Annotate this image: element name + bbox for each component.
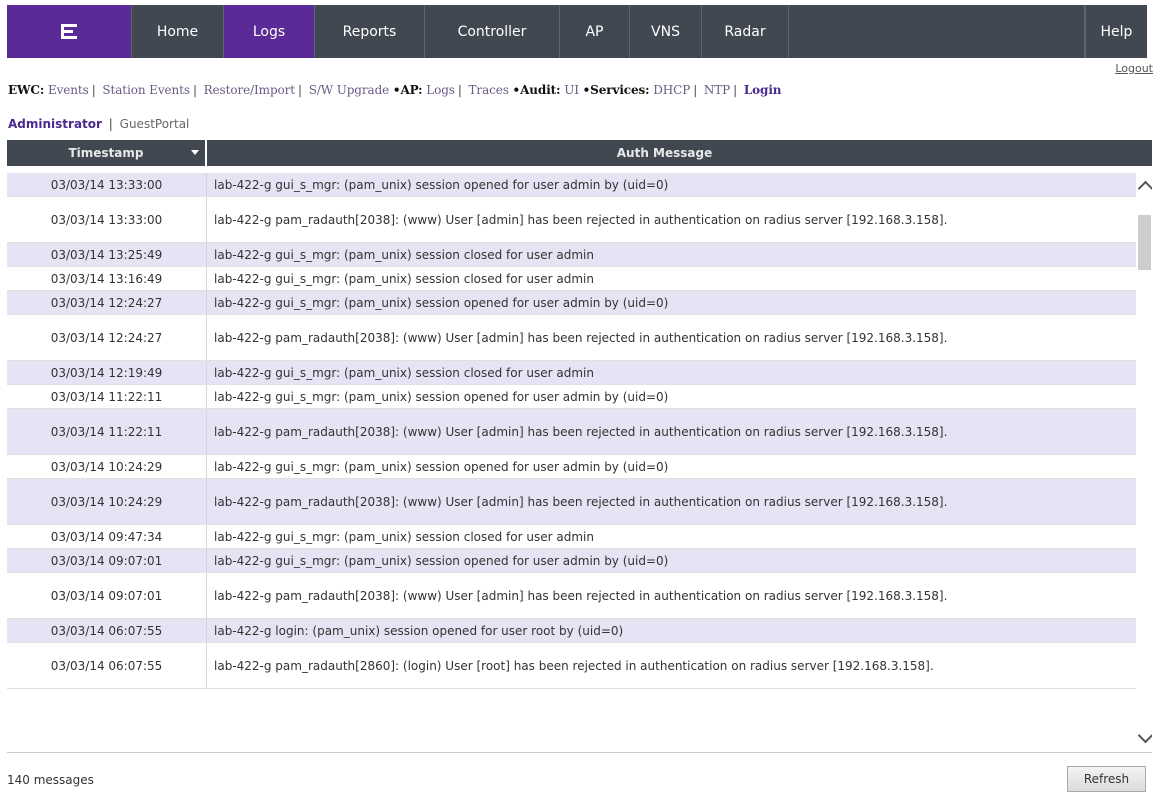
logout-link[interactable]: Logout bbox=[1115, 62, 1153, 75]
extreme-logo-icon[interactable] bbox=[7, 5, 132, 58]
refresh-button[interactable]: Refresh bbox=[1067, 766, 1146, 792]
row-message: lab-422-g gui_s_mgr: (pam_unix) session … bbox=[214, 389, 669, 404]
audit-label: •Audit: bbox=[512, 83, 561, 97]
scroll-up-icon[interactable] bbox=[1137, 180, 1152, 197]
row-message: lab-422-g gui_s_mgr: (pam_unix) session … bbox=[214, 459, 669, 474]
row-timestamp: 03/03/14 06:07:55 bbox=[7, 619, 207, 642]
tab-controller[interactable]: Controller bbox=[425, 5, 560, 58]
tab-logs[interactable]: Logs bbox=[224, 5, 315, 58]
row-timestamp: 03/03/14 10:24:29 bbox=[7, 479, 207, 524]
row-timestamp: 03/03/14 12:19:49 bbox=[7, 361, 207, 384]
link-dhcp[interactable]: DHCP bbox=[653, 83, 690, 97]
link-station-events[interactable]: Station Events bbox=[102, 83, 190, 97]
table-row[interactable]: 03/03/14 11:22:11 lab-422-g gui_s_mgr: (p… bbox=[7, 385, 1136, 409]
tab-guestportal[interactable]: GuestPortal bbox=[120, 117, 190, 131]
timestamp-column-header[interactable]: Timestamp bbox=[7, 140, 207, 166]
table-row[interactable]: 03/03/14 10:24:29 lab-422-g pam_radauth[2… bbox=[7, 479, 1136, 525]
row-timestamp: 03/03/14 11:22:11 bbox=[7, 385, 207, 408]
message-column-header: Auth Message bbox=[616, 146, 713, 160]
scroll-thumb[interactable] bbox=[1138, 215, 1151, 270]
row-message: lab-422-g gui_s_mgr: (pam_unix) session … bbox=[214, 529, 594, 544]
row-timestamp: 03/03/14 09:07:01 bbox=[7, 573, 207, 618]
table-row[interactable]: 03/03/14 13:33:00 lab-422-g gui_s_mgr: (p… bbox=[7, 173, 1136, 197]
log-table: Timestamp Auth Message 03/03/14 13:33:00… bbox=[7, 140, 1152, 753]
row-message: lab-422-g login: (pam_unix) session open… bbox=[214, 623, 624, 638]
tab-administrator[interactable]: Administrator bbox=[8, 117, 102, 131]
row-message: lab-422-g pam_radauth[2038]: (www) User … bbox=[214, 330, 948, 345]
link-login[interactable]: Login bbox=[744, 83, 782, 97]
row-message: lab-422-g pam_radauth[2038]: (www) User … bbox=[214, 424, 948, 439]
row-timestamp: 03/03/14 12:24:27 bbox=[7, 291, 207, 314]
table-row[interactable]: 03/03/14 12:19:49 lab-422-g gui_s_mgr: (p… bbox=[7, 361, 1136, 385]
table-row[interactable]: 03/03/14 13:33:00 lab-422-g pam_radauth[2… bbox=[7, 197, 1136, 243]
table-body: 03/03/14 13:33:00 lab-422-g gui_s_mgr: (p… bbox=[7, 173, 1136, 689]
row-timestamp: 03/03/14 12:24:27 bbox=[7, 315, 207, 360]
row-message: lab-422-g gui_s_mgr: (pam_unix) session … bbox=[214, 177, 669, 192]
link-traces[interactable]: Traces bbox=[469, 83, 509, 97]
link-sw-upgrade[interactable]: S/W Upgrade bbox=[309, 83, 390, 97]
row-message: lab-422-g pam_radauth[2860]: (login) Use… bbox=[214, 658, 934, 673]
table-row[interactable]: 03/03/14 12:24:27 lab-422-g pam_radauth[2… bbox=[7, 315, 1136, 361]
row-timestamp: 03/03/14 13:33:00 bbox=[7, 197, 207, 242]
vertical-scrollbar[interactable] bbox=[1137, 173, 1152, 752]
message-count: 140 messages bbox=[7, 773, 94, 787]
row-timestamp: 03/03/14 13:16:49 bbox=[7, 267, 207, 290]
sort-down-icon bbox=[191, 150, 199, 155]
table-row[interactable]: 03/03/14 09:07:01 lab-422-g pam_radauth[2… bbox=[7, 573, 1136, 619]
table-row[interactable]: 03/03/14 10:24:29 lab-422-g gui_s_mgr: (p… bbox=[7, 455, 1136, 479]
row-message: lab-422-g gui_s_mgr: (pam_unix) session … bbox=[214, 365, 594, 380]
scroll-down-icon[interactable] bbox=[1137, 727, 1152, 744]
tab-help[interactable]: Help bbox=[1085, 5, 1147, 58]
row-timestamp: 03/03/14 11:22:11 bbox=[7, 409, 207, 454]
ewc-label: EWC: bbox=[8, 83, 45, 97]
log-type-tabs: Administrator | GuestPortal bbox=[8, 117, 190, 131]
link-ap-logs[interactable]: Logs bbox=[426, 83, 455, 97]
services-label: •Services: bbox=[582, 83, 650, 97]
row-message: lab-422-g gui_s_mgr: (pam_unix) session … bbox=[214, 271, 594, 286]
table-header: Timestamp Auth Message bbox=[7, 140, 1152, 166]
row-timestamp: 03/03/14 06:07:55 bbox=[7, 643, 207, 688]
table-row[interactable]: 03/03/14 06:07:55 lab-422-g pam_radauth[2… bbox=[7, 643, 1136, 689]
top-nav: Home Logs Reports Controller AP VNS Rada… bbox=[7, 5, 1147, 58]
tab-vns[interactable]: VNS bbox=[630, 5, 702, 58]
tab-home[interactable]: Home bbox=[132, 5, 224, 58]
table-row[interactable]: 03/03/14 12:24:27 lab-422-g gui_s_mgr: (p… bbox=[7, 291, 1136, 315]
row-message: lab-422-g gui_s_mgr: (pam_unix) session … bbox=[214, 553, 669, 568]
table-row[interactable]: 03/03/14 13:25:49 lab-422-g gui_s_mgr: (p… bbox=[7, 243, 1136, 267]
row-message: lab-422-g pam_radauth[2038]: (www) User … bbox=[214, 588, 948, 603]
table-row[interactable]: 03/03/14 11:22:11 lab-422-g pam_radauth[2… bbox=[7, 409, 1136, 455]
tab-radar[interactable]: Radar bbox=[702, 5, 789, 58]
nav-spacer bbox=[789, 5, 1085, 58]
row-timestamp: 03/03/14 09:47:34 bbox=[7, 525, 207, 548]
tab-ap[interactable]: AP bbox=[560, 5, 630, 58]
row-timestamp: 03/03/14 13:25:49 bbox=[7, 243, 207, 266]
row-message: lab-422-g pam_radauth[2038]: (www) User … bbox=[214, 494, 948, 509]
tab-reports[interactable]: Reports bbox=[315, 5, 425, 58]
table-row[interactable]: 03/03/14 09:47:34 lab-422-g gui_s_mgr: (p… bbox=[7, 525, 1136, 549]
ap-label: •AP: bbox=[392, 83, 423, 97]
row-timestamp: 03/03/14 13:33:00 bbox=[7, 173, 207, 196]
row-message: lab-422-g pam_radauth[2038]: (www) User … bbox=[214, 212, 948, 227]
table-row[interactable]: 03/03/14 06:07:55 lab-422-g login: (pam_u… bbox=[7, 619, 1136, 643]
table-row[interactable]: 03/03/14 13:16:49 lab-422-g gui_s_mgr: (p… bbox=[7, 267, 1136, 291]
row-message: lab-422-g gui_s_mgr: (pam_unix) session … bbox=[214, 247, 594, 262]
table-row[interactable]: 03/03/14 09:07:01 lab-422-g gui_s_mgr: (p… bbox=[7, 549, 1136, 573]
row-timestamp: 03/03/14 10:24:29 bbox=[7, 455, 207, 478]
link-ntp[interactable]: NTP bbox=[704, 83, 730, 97]
row-timestamp: 03/03/14 09:07:01 bbox=[7, 549, 207, 572]
row-message: lab-422-g gui_s_mgr: (pam_unix) session … bbox=[214, 295, 669, 310]
link-restore-import[interactable]: Restore/Import bbox=[204, 83, 296, 97]
link-audit-ui[interactable]: UI bbox=[564, 83, 579, 97]
link-events[interactable]: Events bbox=[48, 83, 89, 97]
sub-navigation: EWC: Events | Station Events | Restore/Imp… bbox=[8, 83, 782, 97]
